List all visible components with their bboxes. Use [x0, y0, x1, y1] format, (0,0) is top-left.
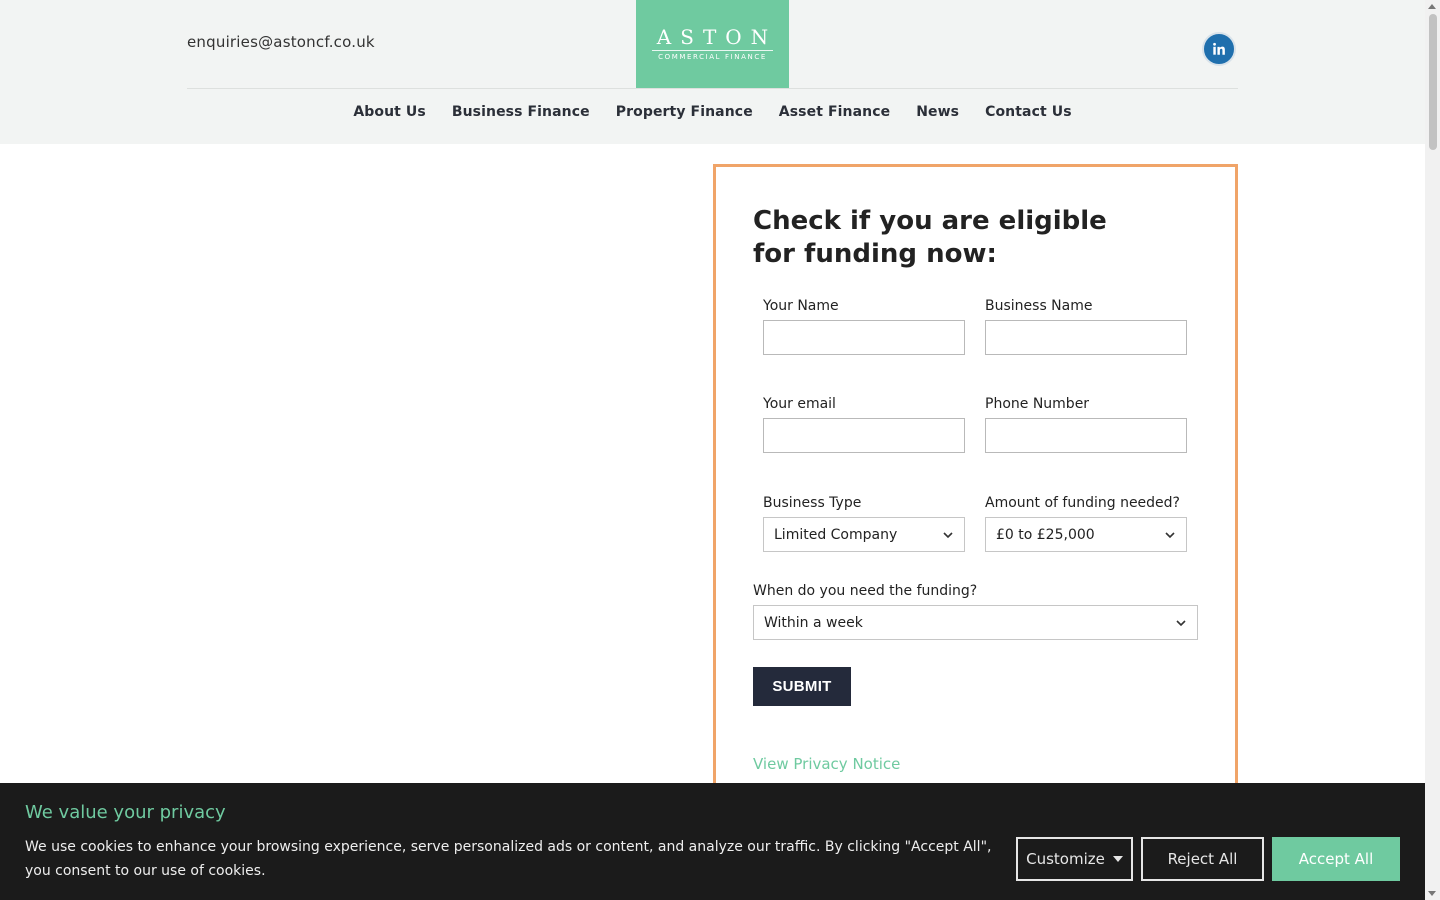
header-divider [187, 88, 1238, 89]
phone-number-input[interactable] [985, 418, 1187, 453]
site-header: enquiries@astoncf.co.uk ASTON COMMERCIAL… [0, 0, 1425, 144]
chevron-down-icon [1165, 531, 1175, 538]
funding-amount-select[interactable]: £0 to £25,000 [985, 517, 1187, 552]
reject-all-button[interactable]: Reject All [1141, 837, 1264, 881]
funding-amount-value: £0 to £25,000 [996, 526, 1095, 543]
your-name-input[interactable] [763, 320, 965, 355]
accept-all-button[interactable]: Accept All [1272, 837, 1400, 881]
cookie-text: We use cookies to enhance your browsing … [25, 839, 992, 879]
nav-asset-finance[interactable]: Asset Finance [779, 104, 890, 120]
logo-sub-text: COMMERCIAL FINANCE [658, 53, 767, 61]
linkedin-button[interactable] [1202, 32, 1236, 66]
nav-news[interactable]: News [916, 104, 959, 120]
eligibility-form: Check if you are eligible for funding no… [713, 164, 1238, 804]
business-type-select[interactable]: Limited Company [763, 517, 965, 552]
business-name-input[interactable] [985, 320, 1187, 355]
scroll-thumb[interactable] [1429, 14, 1437, 150]
phone-number-label: Phone Number [985, 396, 1090, 412]
form-title: Check if you are eligible for funding no… [753, 206, 1107, 269]
business-type-value: Limited Company [774, 526, 898, 543]
funding-when-value: Within a week [764, 614, 863, 631]
chevron-down-icon [1176, 619, 1186, 626]
nav-property-finance[interactable]: Property Finance [616, 104, 753, 120]
header-email[interactable]: enquiries@astoncf.co.uk [187, 33, 375, 51]
business-type-label: Business Type [763, 495, 862, 511]
submit-button[interactable]: SUBMIT [753, 667, 851, 706]
funding-amount-label: Amount of funding needed? [985, 495, 1180, 511]
chevron-down-icon [943, 531, 953, 538]
nav-business-finance[interactable]: Business Finance [452, 104, 590, 120]
scroll-down-arrow-icon[interactable] [1428, 891, 1436, 896]
customize-label: Customize [1026, 850, 1105, 868]
nav-about-us[interactable]: About Us [353, 104, 426, 120]
logo-main-text: ASTON [656, 25, 778, 49]
scroll-up-arrow-icon[interactable] [1428, 4, 1436, 9]
cookie-title: We value your privacy [25, 802, 226, 823]
funding-when-select[interactable]: Within a week [753, 605, 1198, 640]
business-name-label: Business Name [985, 298, 1093, 314]
funding-when-label: When do you need the funding? [753, 583, 978, 599]
site-logo[interactable]: ASTON COMMERCIAL FINANCE [636, 0, 789, 88]
caret-down-icon [1112, 856, 1123, 862]
privacy-notice-link[interactable]: View Privacy Notice [753, 755, 900, 773]
customize-button[interactable]: Customize [1016, 837, 1133, 881]
your-email-input[interactable] [763, 418, 965, 453]
cookie-banner: We value your privacy We use cookies to … [0, 783, 1425, 900]
main-nav: About Us Business Finance Property Finan… [0, 104, 1425, 120]
linkedin-icon [1213, 42, 1225, 55]
your-email-label: Your email [763, 396, 836, 412]
your-name-label: Your Name [763, 298, 839, 314]
logo-divider [652, 50, 773, 51]
page-scrollbar[interactable] [1425, 0, 1440, 900]
nav-contact-us[interactable]: Contact Us [985, 104, 1072, 120]
